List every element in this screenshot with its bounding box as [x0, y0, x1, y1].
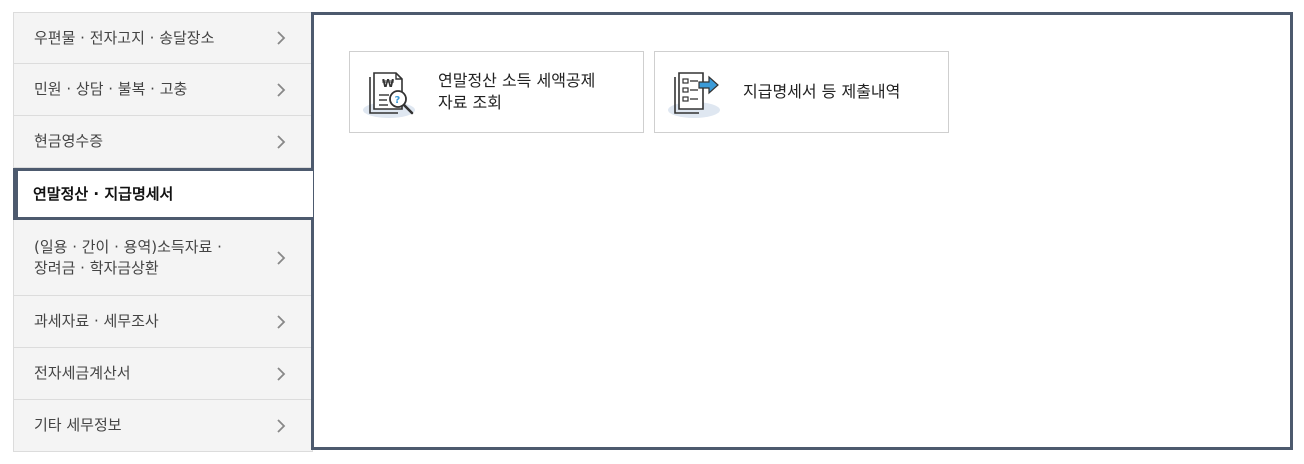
- sidebar-item-mail[interactable]: 우편물 · 전자고지 · 송달장소: [13, 12, 313, 64]
- year-end-deduction-lookup-card[interactable]: ₩ ? 연말정산 소득 세액공제 자료 조회: [349, 51, 644, 133]
- sidebar-item-label: 과세자료 · 세무조사: [34, 312, 159, 330]
- chevron-right-icon: [274, 82, 288, 97]
- card-label: 연말정산 소득 세액공제 자료 조회: [438, 70, 595, 114]
- sidebar-item-label: 연말정산 · 지급명세서: [33, 184, 174, 203]
- chevron-right-icon: [274, 250, 288, 265]
- sidebar-item-cash-receipt[interactable]: 현금영수증: [13, 116, 313, 168]
- card-label-line2: 자료 조회: [438, 93, 502, 112]
- document-submit-icon: [667, 63, 725, 121]
- svg-text:?: ?: [395, 95, 401, 106]
- sidebar-item-year-end-settlement[interactable]: 연말정산 · 지급명세서: [13, 168, 313, 220]
- sidebar-item-label: (일용 · 간이 · 용역)소득자료 · 장려금 · 학자금상환: [34, 237, 222, 279]
- sidebar-item-label: 우편물 · 전자고지 · 송달장소: [34, 28, 215, 47]
- svg-text:₩: ₩: [382, 77, 394, 90]
- chevron-right-icon: [274, 134, 288, 149]
- sidebar-menu: 우편물 · 전자고지 · 송달장소 민원 · 상담 · 불복 · 고충 현금영수…: [13, 12, 313, 452]
- content-panel: ₩ ? 연말정산 소득 세액공제 자료 조회 지급명세서 등 제출내역: [311, 12, 1293, 450]
- chevron-right-icon: [274, 31, 288, 45]
- sidebar-item-label: 기타 세무정보: [34, 416, 122, 434]
- sidebar-item-label-line2: 장려금 · 학자금상환: [34, 258, 159, 277]
- card-label: 지급명세서 등 제출내역: [743, 82, 901, 101]
- chevron-right-icon: [274, 418, 288, 433]
- payment-statement-submission-card[interactable]: 지급명세서 등 제출내역: [654, 51, 949, 133]
- document-search-icon: ₩ ?: [362, 63, 420, 121]
- sidebar-item-complaints[interactable]: 민원 · 상담 · 불복 · 고충: [13, 64, 313, 116]
- chevron-right-icon: [274, 366, 288, 381]
- chevron-right-icon: [274, 314, 288, 329]
- sidebar-item-label: 전자세금계산서: [34, 364, 131, 382]
- sidebar-item-label: 현금영수증: [34, 132, 104, 150]
- sidebar-item-label: 민원 · 상담 · 불복 · 고충: [34, 80, 188, 98]
- sidebar-item-tax-audit[interactable]: 과세자료 · 세무조사: [13, 296, 313, 348]
- sidebar-item-e-tax-invoice[interactable]: 전자세금계산서: [13, 348, 313, 400]
- card-label-line1: 연말정산 소득 세액공제: [438, 71, 596, 90]
- sidebar-item-other-tax-info[interactable]: 기타 세무정보: [13, 400, 313, 452]
- sidebar-item-income-data[interactable]: (일용 · 간이 · 용역)소득자료 · 장려금 · 학자금상환: [13, 220, 313, 296]
- sidebar-item-label-line1: (일용 · 간이 · 용역)소득자료 ·: [34, 237, 222, 256]
